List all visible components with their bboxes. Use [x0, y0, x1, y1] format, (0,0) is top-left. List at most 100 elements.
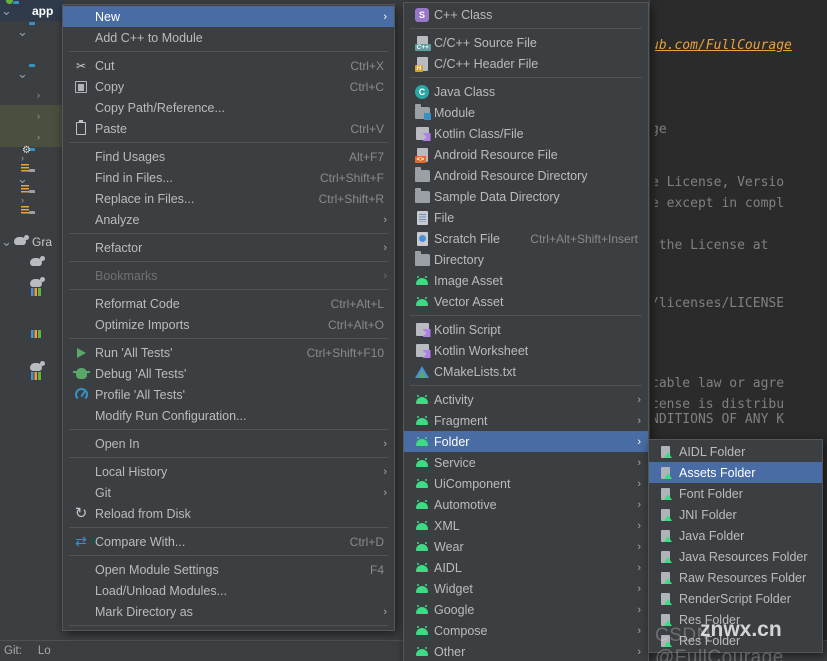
context-menu-item[interactable]: Find Usages Alt+F7 [63, 146, 394, 167]
chevron-right-icon[interactable]: › [32, 111, 45, 121]
folder-submenu-item[interactable]: Raw Resources Folder [649, 567, 822, 588]
new-submenu-item[interactable]: UiComponent › [404, 473, 648, 494]
menu-separator [410, 28, 642, 29]
context-menu-item[interactable]: Cut Ctrl+X [63, 55, 394, 76]
context-menu-item[interactable]: Load/Unload Modules... [63, 580, 394, 601]
context-menu-item[interactable]: Reload from Disk [63, 503, 394, 524]
new-submenu-item[interactable]: CMakeLists.txt [404, 361, 648, 382]
context-menu-item[interactable]: Replace in Files... Ctrl+Shift+R [63, 188, 394, 209]
context-menu-item[interactable]: Compare With... Ctrl+D [63, 531, 394, 552]
chevron-down-icon[interactable]: ⌄ [16, 25, 29, 38]
status-item-git[interactable]: Git: [4, 645, 22, 657]
folder-submenu[interactable]: AIDL Folder Assets Folder Font Folder JNI F… [648, 439, 823, 653]
tree-row[interactable]: ⌄ app [0, 0, 64, 21]
context-menu-item[interactable]: Reformat Code Ctrl+Alt+L [63, 293, 394, 314]
project-tool-window[interactable]: ⌄ app ⌄ ⌄ › › › › ⌄ › ⌄ Gra [0, 0, 64, 640]
folder-submenu-item[interactable]: AIDL Folder [649, 441, 822, 462]
new-submenu-item[interactable]: Compose › [404, 620, 648, 641]
folder-submenu-item[interactable]: RenderScript Folder [649, 588, 822, 609]
new-submenu-item[interactable]: Activity › [404, 389, 648, 410]
menu-item-label: C/C++ Source File [434, 35, 537, 50]
context-menu-item[interactable]: New › [63, 6, 394, 27]
new-submenu-item[interactable]: Scratch File Ctrl+Alt+Shift+Insert [404, 228, 648, 249]
context-menu-item[interactable]: Open Module Settings F4 [63, 559, 394, 580]
context-menu-item[interactable]: Profile 'All Tests' [63, 384, 394, 405]
new-submenu-item[interactable]: Widget › [404, 578, 648, 599]
folder-green-icon [657, 613, 677, 627]
new-submenu-item[interactable]: S C++ Class [404, 4, 648, 25]
tree-row[interactable]: › [0, 126, 64, 147]
context-menu-item[interactable]: Bookmarks › [63, 265, 394, 286]
new-submenu-item[interactable]: AIDL › [404, 557, 648, 578]
folder-submenu-item[interactable]: Res Folder [649, 609, 822, 630]
new-submenu-item[interactable]: Kotlin Worksheet [404, 340, 648, 361]
context-menu-item[interactable]: Analyze › [63, 209, 394, 230]
tree-row[interactable]: ⌄ [0, 21, 64, 42]
context-menu-item[interactable]: Copy Path/Reference... [63, 97, 394, 118]
context-menu-item[interactable]: Open In › [63, 433, 394, 454]
tree-row[interactable]: › [0, 105, 64, 126]
tree-row[interactable] [0, 336, 64, 357]
new-submenu-item[interactable]: Wear › [404, 536, 648, 557]
new-submenu-item[interactable]: Kotlin Script [404, 319, 648, 340]
context-menu-item[interactable]: Run 'All Tests' Ctrl+Shift+F10 [63, 342, 394, 363]
chevron-down-icon[interactable]: ⌄ [0, 235, 13, 248]
context-menu[interactable]: New › Add C++ to Module Cut Ctrl+X Copy Ctrl+C… [62, 4, 395, 631]
new-submenu-item[interactable]: Service › [404, 452, 648, 473]
tree-row[interactable] [0, 378, 64, 399]
new-submenu-item[interactable]: Android Resource Directory [404, 165, 648, 186]
chevron-right-icon[interactable]: › [32, 90, 45, 100]
tree-row[interactable] [0, 294, 64, 315]
chevron-right-icon[interactable]: › [32, 132, 45, 142]
folder-submenu-item[interactable]: Res Folder [649, 630, 822, 651]
context-menu-item[interactable]: Mark Directory as › [63, 601, 394, 622]
context-menu-item[interactable]: Add C++ to Module [63, 27, 394, 48]
new-submenu-item[interactable]: File [404, 207, 648, 228]
new-submenu[interactable]: S C++ Class C++ C/C++ Source File H C/C++ Hea… [403, 2, 649, 661]
chevron-down-icon[interactable]: ⌄ [16, 67, 29, 80]
new-submenu-item[interactable]: Automotive › [404, 494, 648, 515]
new-submenu-item[interactable]: Directory [404, 249, 648, 270]
new-submenu-item[interactable]: Folder › [404, 431, 648, 452]
new-submenu-item[interactable]: C Java Class [404, 81, 648, 102]
folder-submenu-item[interactable]: JNI Folder [649, 504, 822, 525]
new-submenu-item[interactable]: C++ C/C++ Source File [404, 32, 648, 53]
new-submenu-item[interactable]: Module [404, 102, 648, 123]
new-submenu-item[interactable]: <> Android Resource File [404, 144, 648, 165]
tree-row[interactable]: › [0, 84, 64, 105]
chevron-down-icon[interactable]: ⌄ [0, 4, 13, 17]
tree-row[interactable] [0, 252, 64, 273]
new-submenu-item[interactable]: Kotlin Class/File [404, 123, 648, 144]
folder-submenu-item[interactable]: Assets Folder [649, 462, 822, 483]
context-menu-item[interactable]: Git › [63, 482, 394, 503]
context-menu-item[interactable]: Paste Ctrl+V [63, 118, 394, 139]
chevron-right-icon[interactable]: › [16, 195, 29, 205]
new-submenu-item[interactable]: Fragment › [404, 410, 648, 431]
tree-row[interactable] [0, 210, 64, 231]
new-submenu-item[interactable]: Google › [404, 599, 648, 620]
status-item-log[interactable]: Lo [38, 645, 51, 657]
context-menu-item[interactable]: Find in Files... Ctrl+Shift+F [63, 167, 394, 188]
chevron-down-icon[interactable]: ⌄ [16, 172, 29, 185]
context-menu-item[interactable]: Optimize Imports Ctrl+Alt+O [63, 314, 394, 335]
context-menu-item[interactable]: Debug 'All Tests' [63, 363, 394, 384]
new-submenu-item[interactable]: Sample Data Directory [404, 186, 648, 207]
context-menu-item[interactable]: Refactor › [63, 237, 394, 258]
context-menu-item[interactable]: Copy Ctrl+C [63, 76, 394, 97]
context-menu-item[interactable]: Modify Run Configuration... [63, 405, 394, 426]
new-submenu-item[interactable]: H C/C++ Header File [404, 53, 648, 74]
tree-row[interactable] [0, 42, 64, 63]
tree-row[interactable]: ⌄ [0, 63, 64, 84]
folder-submenu-item[interactable]: Java Folder [649, 525, 822, 546]
new-submenu-item[interactable]: XML › [404, 515, 648, 536]
new-submenu-item[interactable]: Other › [404, 641, 648, 661]
new-submenu-item[interactable]: Vector Asset [404, 291, 648, 312]
tree-row[interactable]: › [0, 147, 64, 168]
folder-submenu-item[interactable]: Font Folder [649, 483, 822, 504]
new-submenu-item[interactable]: Image Asset [404, 270, 648, 291]
context-menu-item[interactable]: Local History › [63, 461, 394, 482]
folder-submenu-item[interactable]: Java Resources Folder [649, 546, 822, 567]
tree-row[interactable]: › [0, 189, 64, 210]
tree-row[interactable]: ⌄ Gra [0, 231, 64, 252]
tree-row[interactable]: ⌄ [0, 168, 64, 189]
